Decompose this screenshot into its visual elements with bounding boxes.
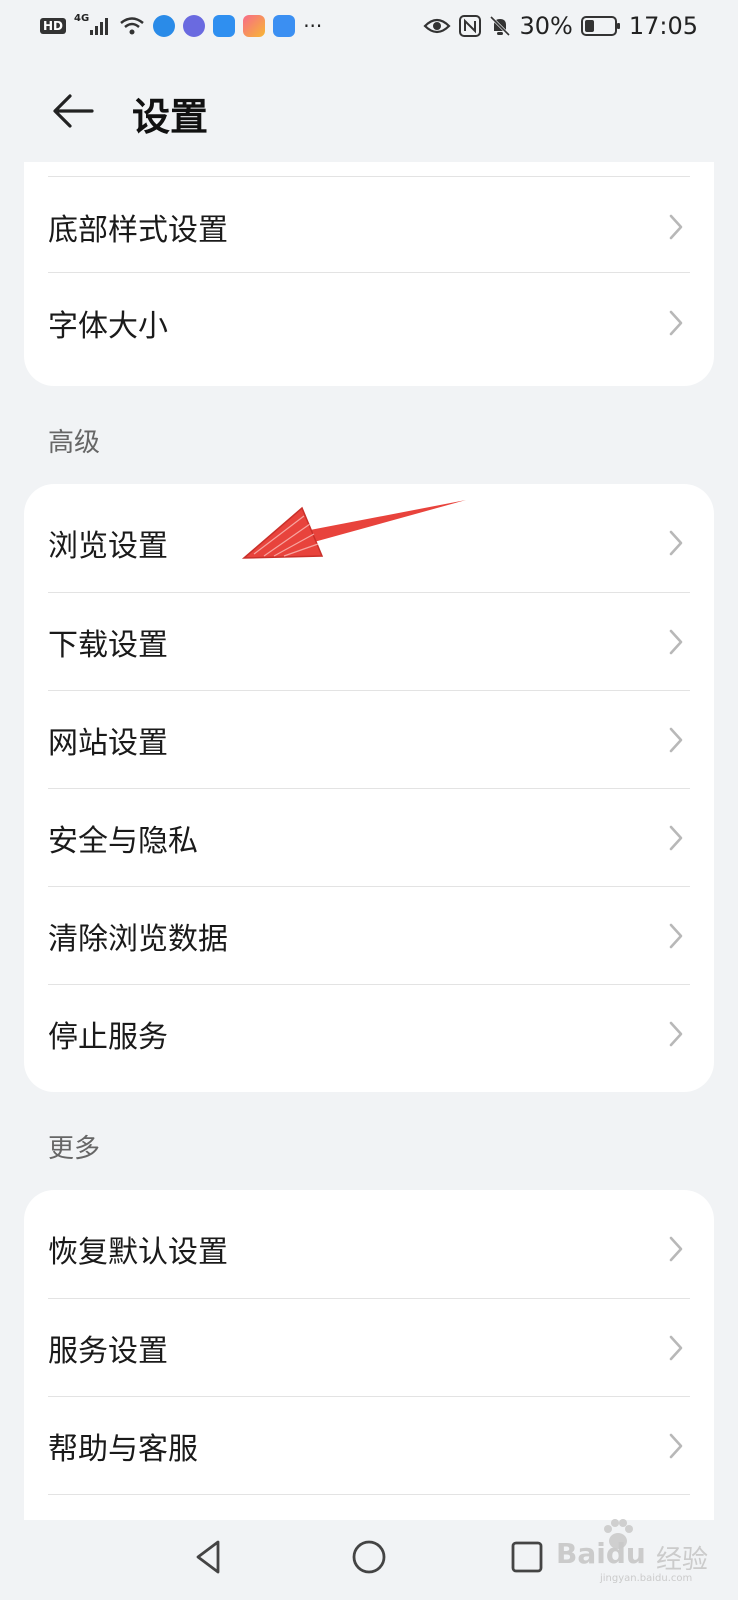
display-settings-card: 底部样式设置 字体大小 xyxy=(24,162,714,386)
setting-item-stop-service[interactable]: 停止服务 xyxy=(48,985,690,1083)
setting-item-label: 停止服务 xyxy=(48,1020,168,1055)
music-app-icon xyxy=(183,15,206,37)
section-title-more: 更多 xyxy=(48,1134,101,1164)
setting-item-label: 浏览设置 xyxy=(48,529,168,564)
weather-app-icon xyxy=(213,15,236,37)
setting-item-label: 帮助与客服 xyxy=(48,1432,198,1467)
nfc-icon xyxy=(459,15,482,37)
status-bar-right: 30% 17:05 xyxy=(423,12,698,40)
setting-item-label: 网站设置 xyxy=(48,726,168,761)
section-title-advanced: 高级 xyxy=(48,428,101,458)
wifi-icon xyxy=(119,16,145,36)
setting-item-help-support[interactable]: 帮助与客服 xyxy=(48,1397,690,1495)
setting-item-label: 字体大小 xyxy=(48,309,168,344)
chevron-right-icon xyxy=(669,1021,683,1047)
chevron-right-icon xyxy=(669,629,683,655)
setting-item-browse[interactable]: 浏览设置 xyxy=(48,494,690,592)
cloud-app-icon xyxy=(273,15,296,37)
eye-comfort-icon xyxy=(423,16,452,36)
setting-item-download[interactable]: 下载设置 xyxy=(48,593,690,691)
nav-home-icon[interactable] xyxy=(346,1534,392,1580)
clock-time: 17:05 xyxy=(628,12,698,40)
signal-icon: 4G xyxy=(74,12,111,36)
setting-item-service-settings[interactable]: 服务设置 xyxy=(48,1299,690,1397)
setting-item-bottom-style[interactable]: 底部样式设置 xyxy=(48,178,690,276)
watermark-label: 经验 xyxy=(656,1545,709,1575)
baidu-watermark: Baidu 经验 jingyan.baidu.com xyxy=(556,1515,730,1585)
network-type-label: 4G xyxy=(74,12,90,24)
setting-item-website[interactable]: 网站设置 xyxy=(48,691,690,789)
setting-item-label: 下载设置 xyxy=(48,628,168,663)
status-bar: HD 4G ··· 30% 17:05 xyxy=(0,0,738,52)
chevron-right-icon xyxy=(669,727,683,753)
divider xyxy=(48,176,690,177)
chevron-right-icon xyxy=(669,1433,683,1459)
chevron-right-icon xyxy=(669,214,683,240)
battery-percentage: 30% xyxy=(519,12,573,40)
watermark-url: jingyan.baidu.com xyxy=(600,1573,693,1584)
app-notification-icon xyxy=(153,15,176,37)
divider xyxy=(48,272,690,273)
watermark-brand: Baidu xyxy=(556,1537,646,1570)
back-arrow-icon[interactable] xyxy=(48,86,98,136)
setting-item-font-size[interactable]: 字体大小 xyxy=(48,274,690,372)
setting-item-security-privacy[interactable]: 安全与隐私 xyxy=(48,789,690,887)
chevron-right-icon xyxy=(669,1236,683,1262)
more-notifications-icon: ··· xyxy=(303,14,323,38)
setting-item-label: 底部样式设置 xyxy=(48,213,228,248)
status-bar-left: HD 4G ··· xyxy=(40,12,323,38)
chevron-right-icon xyxy=(669,825,683,851)
setting-item-label: 服务设置 xyxy=(48,1334,168,1369)
setting-item-restore-defaults[interactable]: 恢复默认设置 xyxy=(48,1200,690,1298)
page-title: 设置 xyxy=(132,95,209,139)
chevron-right-icon xyxy=(669,1335,683,1361)
chevron-right-icon xyxy=(669,923,683,949)
nav-recents-icon[interactable] xyxy=(504,1534,550,1580)
more-settings-card: 恢复默认设置 服务设置 帮助与客服 xyxy=(24,1190,714,1520)
setting-item-label: 恢复默认设置 xyxy=(48,1235,228,1270)
nav-back-icon[interactable] xyxy=(186,1534,232,1580)
chevron-right-icon xyxy=(669,310,683,336)
chevron-right-icon xyxy=(669,530,683,556)
setting-item-label: 清除浏览数据 xyxy=(48,922,228,957)
advanced-settings-card: 浏览设置 下载设置 网站设置 安全与隐私 清除浏览数据 停止服务 xyxy=(24,484,714,1092)
app-header: 设置 xyxy=(0,60,738,160)
mute-bell-icon xyxy=(489,15,511,37)
hd-indicator: HD xyxy=(40,18,67,34)
battery-icon xyxy=(580,15,621,37)
gallery-app-icon xyxy=(243,15,266,37)
setting-item-clear-data[interactable]: 清除浏览数据 xyxy=(48,887,690,985)
divider xyxy=(48,1494,690,1495)
setting-item-label: 安全与隐私 xyxy=(48,824,198,859)
